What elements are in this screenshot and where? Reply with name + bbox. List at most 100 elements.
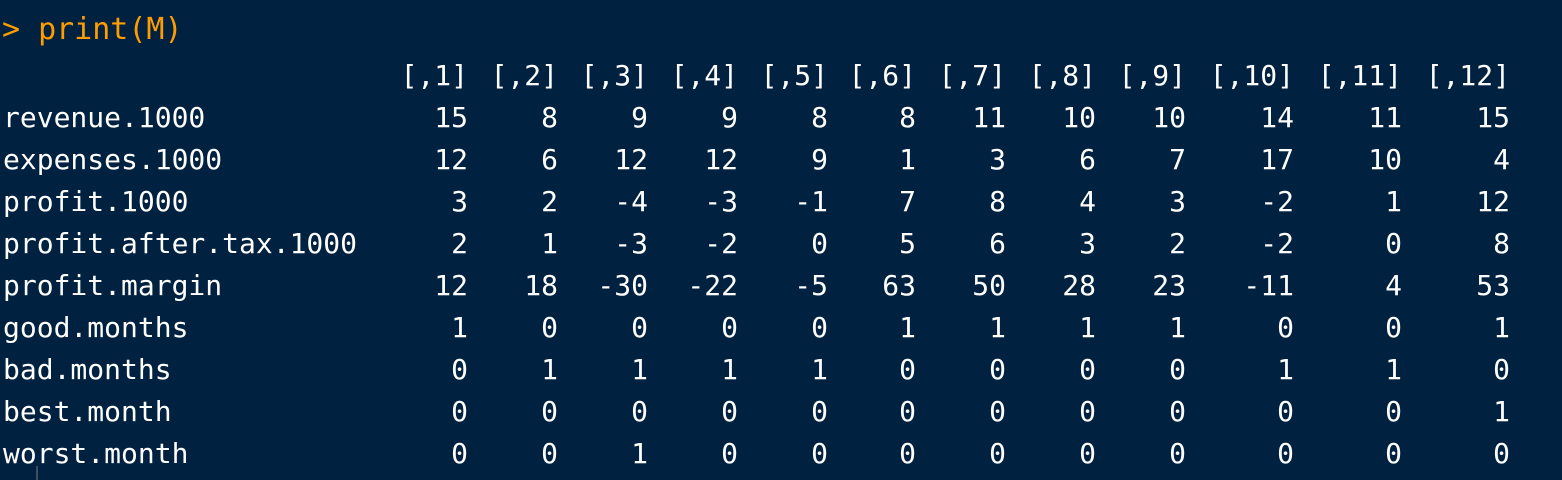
matrix-cell: 0 xyxy=(541,394,558,428)
matrix-cell: -11 xyxy=(1243,268,1294,302)
command-text: print(M) xyxy=(38,12,183,47)
matrix-cell: 0 xyxy=(1079,352,1096,386)
matrix-cell: 50 xyxy=(972,268,1006,302)
matrix-cell: 0 xyxy=(899,352,916,386)
matrix-cell: 1 xyxy=(811,352,828,386)
matrix-cell: 0 xyxy=(721,310,738,344)
matrix-cell: 17 xyxy=(1260,142,1294,176)
matrix-cell: 1 xyxy=(1385,352,1402,386)
matrix-cell: 10 xyxy=(1062,100,1096,134)
column-header: [,7] xyxy=(938,58,1006,92)
column-header: [,11] xyxy=(1317,58,1402,92)
matrix-cell: 15 xyxy=(434,100,468,134)
matrix-cell: 23 xyxy=(1152,268,1186,302)
matrix-cell: -2 xyxy=(704,226,738,260)
matrix-cell: 2 xyxy=(451,226,468,260)
matrix-cell: -2 xyxy=(1260,184,1294,218)
matrix-cell: -3 xyxy=(704,184,738,218)
matrix-cell: 63 xyxy=(882,268,916,302)
matrix-row: expenses.1000 12 6 12 12 9 1 3 6 7 17 10 4 xyxy=(3,138,1510,180)
row-name: bad.months xyxy=(3,352,172,386)
matrix-cell: 15 xyxy=(1476,100,1510,134)
matrix-cell: -2 xyxy=(1260,226,1294,260)
column-header: [,10] xyxy=(1209,58,1294,92)
matrix-cell: 0 xyxy=(1169,436,1186,470)
matrix-cell: 9 xyxy=(811,142,828,176)
matrix-cell: 1 xyxy=(541,352,558,386)
matrix-cell: 12 xyxy=(434,268,468,302)
matrix-cell: 4 xyxy=(1493,142,1510,176)
matrix-cell: 4 xyxy=(1385,268,1402,302)
matrix-cell: -4 xyxy=(614,184,648,218)
matrix-cell: 0 xyxy=(631,310,648,344)
matrix-cell: 0 xyxy=(1169,352,1186,386)
matrix-cell: 3 xyxy=(1079,226,1096,260)
matrix-row: good.months 1 0 0 0 0 1 1 1 1 0 0 1 xyxy=(3,306,1510,348)
matrix-cell: 0 xyxy=(631,394,648,428)
row-name: revenue.1000 xyxy=(3,100,206,134)
matrix-cell: 0 xyxy=(1385,436,1402,470)
cursor-mark xyxy=(36,466,38,480)
matrix-cell: 7 xyxy=(1169,142,1186,176)
column-header: [,6] xyxy=(848,58,916,92)
matrix-cell: 1 xyxy=(1493,310,1510,344)
column-header: [,1] xyxy=(400,58,468,92)
matrix-row: bad.months 0 1 1 1 1 0 0 0 0 1 1 0 xyxy=(3,348,1510,390)
matrix-cell: 6 xyxy=(1079,142,1096,176)
matrix-cell: 5 xyxy=(899,226,916,260)
matrix-cell: 0 xyxy=(1493,436,1510,470)
matrix-cell: 0 xyxy=(1079,394,1096,428)
r-console[interactable]: ) >print(M) [,1][,2][,3][,4][,5][,6][,7]… xyxy=(0,0,1562,480)
column-header: [,5] xyxy=(760,58,828,92)
matrix-cell: 6 xyxy=(541,142,558,176)
matrix-cell: 2 xyxy=(1169,226,1186,260)
row-name: profit.after.tax.1000 xyxy=(3,226,358,260)
matrix-cell: -1 xyxy=(794,184,828,218)
matrix-cell: 0 xyxy=(451,394,468,428)
matrix-cell: 0 xyxy=(899,394,916,428)
matrix-cell: 0 xyxy=(899,436,916,470)
command-line: > print(M) xyxy=(2,12,183,48)
matrix-cell: 12 xyxy=(434,142,468,176)
matrix-cell: 3 xyxy=(451,184,468,218)
matrix-cell: 1 xyxy=(541,226,558,260)
matrix-cell: -30 xyxy=(597,268,648,302)
matrix-cell: 18 xyxy=(524,268,558,302)
matrix-cell: 1 xyxy=(451,310,468,344)
matrix-cell: 14 xyxy=(1260,100,1294,134)
matrix-cell: 0 xyxy=(811,226,828,260)
column-header: [,12] xyxy=(1425,58,1510,92)
matrix-cell: 1 xyxy=(721,352,738,386)
row-name: profit.1000 xyxy=(3,184,189,218)
matrix-cell: 8 xyxy=(989,184,1006,218)
matrix-cell: -5 xyxy=(794,268,828,302)
matrix-cell: 0 xyxy=(541,310,558,344)
matrix-cell: 0 xyxy=(1079,436,1096,470)
matrix-cell: 0 xyxy=(1385,226,1402,260)
matrix-cell: 1 xyxy=(1493,394,1510,428)
row-name: profit.margin xyxy=(3,268,223,302)
row-name: expenses.1000 xyxy=(3,142,223,176)
matrix-cell: 0 xyxy=(1277,436,1294,470)
matrix-cell: 53 xyxy=(1476,268,1510,302)
column-header: [,4] xyxy=(670,58,738,92)
matrix-cell: 11 xyxy=(972,100,1006,134)
column-header: [,2] xyxy=(490,58,558,92)
matrix-cell: 9 xyxy=(721,100,738,134)
matrix-cell: 0 xyxy=(1385,310,1402,344)
matrix-cell: 0 xyxy=(989,352,1006,386)
matrix-cell: 0 xyxy=(811,436,828,470)
matrix-cell: 8 xyxy=(1493,226,1510,260)
matrix-cell: 12 xyxy=(704,142,738,176)
matrix-row: profit.1000 3 2 -4 -3 -1 7 8 4 3 -2 1 12 xyxy=(3,180,1510,222)
matrix-cell: 10 xyxy=(1368,142,1402,176)
matrix-cell: 1 xyxy=(631,436,648,470)
matrix-cell: 3 xyxy=(1169,184,1186,218)
column-header: [,8] xyxy=(1028,58,1096,92)
matrix-cell: 8 xyxy=(541,100,558,134)
matrix-cell: 8 xyxy=(899,100,916,134)
matrix-cell: 0 xyxy=(811,310,828,344)
matrix-cell: 0 xyxy=(721,394,738,428)
matrix-cell: 1 xyxy=(899,142,916,176)
matrix-cell: 1 xyxy=(1277,352,1294,386)
